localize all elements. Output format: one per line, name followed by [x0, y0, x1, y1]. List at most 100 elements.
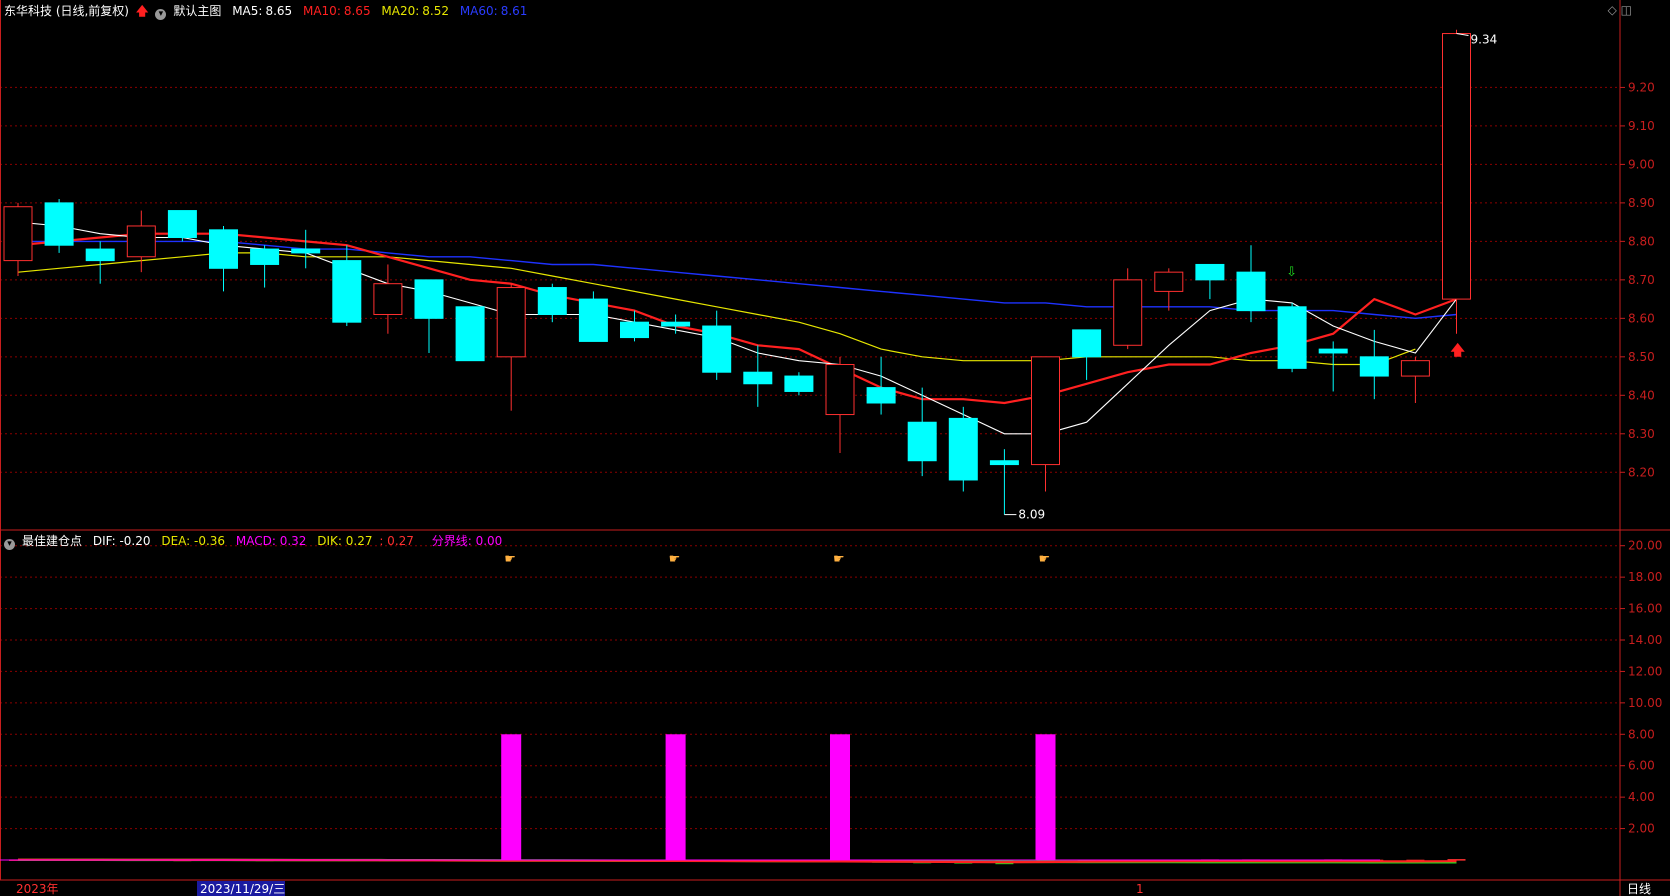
- candle-down: [948, 417, 978, 481]
- candle-down: [578, 298, 608, 342]
- candle-up: [825, 364, 855, 416]
- indicator-lines: [0, 858, 1466, 865]
- indicator-tick-label: 6.00: [1628, 759, 1655, 773]
- indicator-tick-label: 10.00: [1628, 696, 1662, 710]
- price-tick-label: 8.20: [1628, 465, 1655, 479]
- candle-down: [455, 306, 485, 362]
- indicator-tick-label: 4.00: [1628, 790, 1655, 804]
- hand-pointer-icon: ☛: [504, 552, 516, 567]
- settings-dropdown-icon[interactable]: ▾: [155, 9, 167, 20]
- indicator-tick-label: 16.00: [1628, 602, 1662, 616]
- extra-value: : 0.27: [379, 534, 414, 548]
- selected-date-label: 2023/11/29/三: [200, 882, 285, 896]
- ma60-label: MA60:: [459, 4, 498, 18]
- candle-down: [1277, 306, 1307, 369]
- down-arrow-icon: ⇩: [1286, 265, 1297, 280]
- ma10-label: MA10:: [302, 4, 341, 18]
- candle-down: [702, 325, 732, 373]
- month-label: 1: [1136, 882, 1144, 896]
- date-axis: 2023年 2023/11/29/三 1 日线: [16, 881, 1651, 896]
- candle-down: [989, 460, 1019, 466]
- candle-up: [1442, 33, 1471, 300]
- price-tick-label: 8.50: [1628, 350, 1655, 364]
- candle-down: [1195, 263, 1225, 281]
- up-arrow-icon: 🡅: [1451, 343, 1466, 359]
- candle-up: [373, 283, 403, 315]
- candle-down: [250, 248, 280, 265]
- ma20-label: MA20:: [381, 4, 420, 18]
- candle-down: [866, 387, 896, 404]
- indicator-tick-label: 8.00: [1628, 727, 1655, 741]
- candle-down: [1359, 356, 1389, 377]
- candle-down: [620, 321, 649, 339]
- indicator-tick-label: 14.00: [1628, 633, 1662, 647]
- low-price-label: 8.09: [1018, 508, 1045, 522]
- dea-value: DEA: -0.36: [161, 534, 226, 548]
- ma60-value: 8.61: [500, 4, 528, 18]
- candle-down: [784, 375, 814, 392]
- price-tick-label: 8.90: [1628, 196, 1655, 210]
- candle-up: [1113, 279, 1143, 346]
- candle-down: [85, 248, 115, 262]
- price-tick-label: 8.80: [1628, 234, 1655, 248]
- main-chart-label[interactable]: 默认主图: [173, 4, 221, 18]
- main-grid: [0, 86, 1620, 473]
- candle-down: [743, 371, 773, 385]
- signal-bar: [1035, 734, 1056, 860]
- candle-up: [1154, 271, 1184, 292]
- window-controls: ◇ ◫: [1608, 3, 1632, 17]
- stock-title[interactable]: 东华科技 (日线,前复权): [4, 4, 129, 18]
- indicator-name[interactable]: 最佳建仓点: [22, 534, 82, 548]
- divider-value: 分界线: 0.00: [431, 534, 503, 548]
- candle-down: [209, 229, 238, 269]
- ma5-value: 8.65: [265, 4, 293, 18]
- price-tick-label: 9.20: [1628, 80, 1655, 94]
- ma20-value: 8.52: [422, 4, 449, 18]
- dif-value: DIF: -0.20: [92, 534, 151, 548]
- indicator-tick-label: 2.00: [1628, 822, 1655, 836]
- candlestick-chart[interactable]: 9.348.09⇩🡅 8.208.308.408.508.608.708.808…: [0, 0, 1670, 896]
- hand-pointer-icon: ☛: [1039, 552, 1051, 567]
- candle-down: [1318, 348, 1348, 354]
- indicator-grid: [0, 545, 1620, 830]
- indicator-tick-label: 12.00: [1628, 664, 1662, 678]
- signal-bar: [501, 734, 522, 860]
- price-tick-label: 8.60: [1628, 311, 1655, 325]
- candle-down: [1072, 329, 1102, 358]
- signal-bar: [665, 734, 686, 860]
- hand-pointer-icon: ☛: [669, 552, 681, 567]
- indicator-dropdown-icon[interactable]: ▾: [4, 539, 15, 550]
- indicator-axis: 2.00 4.00 6.00 8.00 10.00 12.00 14.00 16.00 18.0…: [1620, 539, 1662, 836]
- candle-up: [126, 225, 156, 258]
- ma10-value: 8.65: [343, 4, 371, 18]
- candle-up: [3, 206, 33, 262]
- price-tick-label: 9.00: [1628, 157, 1655, 171]
- ma5-label: MA5:: [232, 4, 263, 18]
- candle-up: [1031, 356, 1060, 466]
- candle-down: [537, 287, 567, 315]
- candle-down: [907, 421, 937, 462]
- indicator-tick-label: 18.00: [1628, 570, 1662, 584]
- price-tick-label: 9.10: [1628, 119, 1655, 133]
- candles: [3, 29, 1471, 515]
- candle-down: [44, 202, 74, 246]
- indicator-tick-label: 20.00: [1628, 539, 1662, 553]
- up-arrow-icon: 🡅: [136, 4, 149, 18]
- candle-up: [496, 287, 526, 358]
- candle-down: [661, 321, 691, 327]
- diamond-icon[interactable]: ◇: [1608, 3, 1617, 17]
- period-label[interactable]: 日线: [1627, 882, 1651, 896]
- candle-down: [1236, 271, 1266, 312]
- macd-value: MACD: 0.32: [235, 534, 307, 548]
- candle-down: [291, 248, 321, 254]
- indicator-bars: ☛ ☛ ☛ ☛: [501, 552, 1056, 860]
- main-chart-header: 东华科技 (日线,前复权) 🡅 ▾ 默认主图 MA5: 8.65 MA10: 8.65 M…: [4, 3, 534, 20]
- panel-toggle-icon[interactable]: ◫: [1621, 3, 1632, 17]
- price-axis: 8.20 8.30 8.40 8.50 8.60 8.70 8.80 8.90 9.00 9.10…: [1620, 80, 1655, 479]
- candle-down: [332, 260, 362, 323]
- candle-down: [167, 210, 197, 239]
- price-tick-label: 8.40: [1628, 388, 1655, 402]
- indicator-header: ▾ 最佳建仓点 DIF: -0.20 DEA: -0.36 MACD: 0.32 …: [4, 533, 509, 550]
- candle-up: [1400, 360, 1430, 377]
- dik-value: DIK: 0.27: [317, 534, 373, 548]
